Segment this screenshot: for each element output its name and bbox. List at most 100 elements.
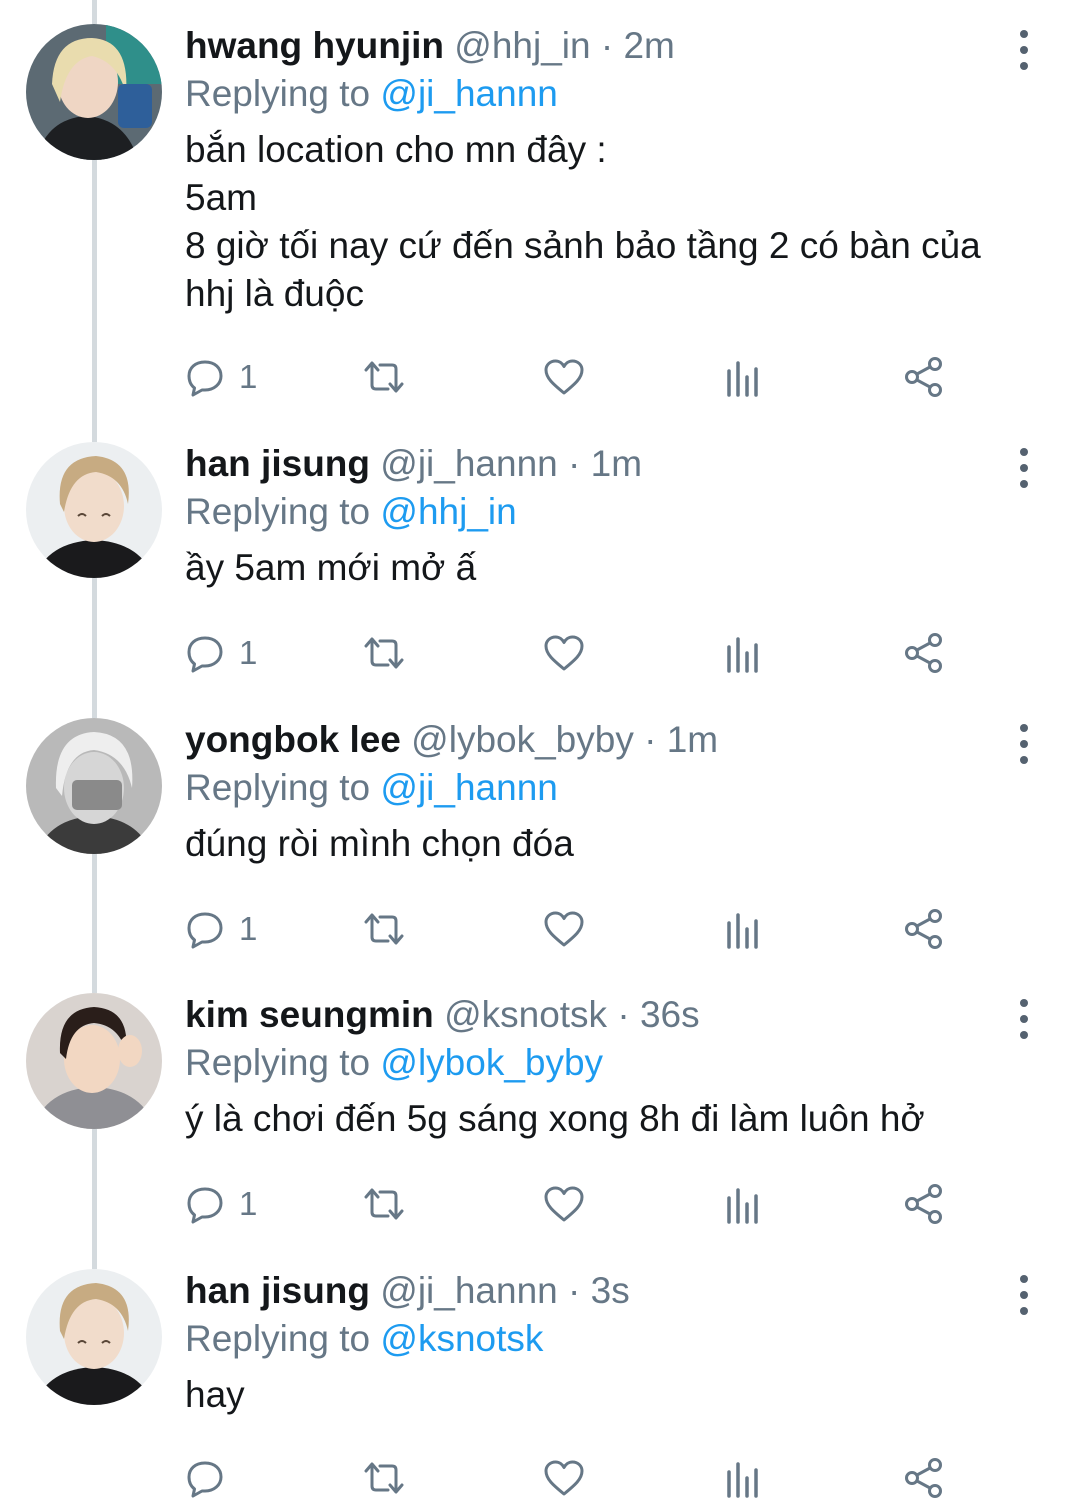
timestamp[interactable]: 2m bbox=[623, 25, 674, 66]
tweet-actions bbox=[185, 1453, 965, 1503]
reply-mention-link[interactable]: @lybok_byby bbox=[380, 1042, 603, 1083]
like-button[interactable] bbox=[543, 628, 585, 678]
separator-dot: · bbox=[617, 994, 630, 1035]
more-options-icon[interactable] bbox=[1009, 724, 1039, 764]
user-handle[interactable]: @ji_hannn bbox=[380, 443, 557, 484]
separator-dot: · bbox=[568, 1270, 581, 1311]
speech-bubble-icon bbox=[187, 912, 223, 949]
tweet-text: ầy 5am mới mở ấ bbox=[185, 547, 477, 588]
retweet-button[interactable] bbox=[360, 628, 408, 678]
reply-count: 1 bbox=[239, 634, 258, 671]
share-nodes-icon bbox=[905, 633, 942, 673]
retweet-arrows-icon bbox=[364, 913, 404, 945]
tweet-text: bắn location cho mn đây : 5am 8 giờ tối … bbox=[185, 129, 981, 314]
retweet-button[interactable] bbox=[360, 352, 408, 402]
like-button[interactable] bbox=[543, 1179, 585, 1229]
reply-button[interactable]: 1 bbox=[185, 628, 257, 678]
heart-outline-icon bbox=[544, 1186, 584, 1222]
speech-bubble-icon bbox=[187, 1187, 223, 1224]
more-options-icon[interactable] bbox=[1009, 448, 1039, 488]
share-nodes-icon bbox=[905, 357, 942, 397]
display-name[interactable]: yongbok lee bbox=[185, 719, 401, 760]
avatar[interactable] bbox=[26, 1269, 162, 1405]
views-button[interactable] bbox=[725, 1453, 761, 1503]
reply-mention-link[interactable]: @ji_hannn bbox=[380, 767, 557, 808]
avatar[interactable] bbox=[26, 24, 162, 160]
display-name[interactable]: han jisung bbox=[185, 443, 370, 484]
views-button[interactable] bbox=[725, 904, 761, 954]
tweet-actions: 1 bbox=[185, 352, 965, 402]
heart-outline-icon bbox=[544, 911, 584, 947]
share-button[interactable] bbox=[903, 904, 945, 954]
share-button[interactable] bbox=[903, 1453, 945, 1503]
tweet-text: hay bbox=[185, 1374, 245, 1415]
more-options-icon[interactable] bbox=[1009, 1275, 1039, 1315]
timestamp[interactable]: 36s bbox=[640, 994, 700, 1035]
retweet-arrows-icon bbox=[364, 1462, 404, 1494]
share-button[interactable] bbox=[903, 628, 945, 678]
reply-button[interactable]: 1 bbox=[185, 904, 257, 954]
timestamp[interactable]: 3s bbox=[591, 1270, 630, 1311]
reply-mention-link[interactable]: @ksnotsk bbox=[380, 1318, 543, 1359]
replying-to-label: Replying to bbox=[185, 73, 371, 114]
like-button[interactable] bbox=[543, 904, 585, 954]
share-button[interactable] bbox=[903, 1179, 945, 1229]
reply-count: 1 bbox=[239, 358, 258, 395]
retweet-arrows-icon bbox=[364, 361, 404, 393]
avatar[interactable] bbox=[26, 442, 162, 578]
display-name[interactable]: hwang hyunjin bbox=[185, 25, 444, 66]
more-options-icon[interactable] bbox=[1009, 999, 1039, 1039]
reply-count: 1 bbox=[239, 1185, 258, 1222]
tweet-actions: 1 bbox=[185, 904, 965, 954]
more-options-icon[interactable] bbox=[1009, 30, 1039, 70]
avatar[interactable] bbox=[26, 993, 162, 1129]
retweet-arrows-icon bbox=[364, 1188, 404, 1220]
share-nodes-icon bbox=[905, 1184, 942, 1224]
separator-dot: · bbox=[600, 25, 614, 66]
tweet-text: ý là chơi đến 5g sáng xong 8h đi làm luô… bbox=[185, 1098, 925, 1139]
share-nodes-icon bbox=[905, 1458, 942, 1498]
replying-to-label: Replying to bbox=[185, 1042, 371, 1083]
display-name[interactable]: kim seungmin bbox=[185, 994, 434, 1035]
share-button[interactable] bbox=[903, 352, 945, 402]
tweet-text: đúng ròi mình chọn đóa bbox=[185, 823, 574, 864]
bar-chart-icon bbox=[727, 913, 758, 949]
tweet-actions: 1 bbox=[185, 628, 965, 678]
reply-count: 1 bbox=[239, 910, 258, 947]
replying-to-label: Replying to bbox=[185, 767, 371, 808]
reply-button[interactable] bbox=[185, 1453, 239, 1503]
reply-button[interactable]: 1 bbox=[185, 1179, 257, 1229]
bar-chart-icon bbox=[727, 1188, 758, 1224]
user-handle[interactable]: @hhj_in bbox=[454, 25, 590, 66]
retweet-button[interactable] bbox=[360, 1179, 408, 1229]
reply-button[interactable]: 1 bbox=[185, 352, 257, 402]
views-button[interactable] bbox=[725, 1179, 761, 1229]
reply-mention-link[interactable]: @hhj_in bbox=[380, 491, 516, 532]
separator-dot: · bbox=[568, 443, 581, 484]
heart-outline-icon bbox=[544, 635, 584, 671]
retweet-button[interactable] bbox=[360, 1453, 408, 1503]
speech-bubble-icon bbox=[187, 1461, 223, 1498]
speech-bubble-icon bbox=[187, 636, 223, 673]
display-name[interactable]: han jisung bbox=[185, 1270, 370, 1311]
views-button[interactable] bbox=[725, 352, 761, 402]
retweet-button[interactable] bbox=[360, 904, 408, 954]
replying-to-label: Replying to bbox=[185, 491, 371, 532]
timestamp[interactable]: 1m bbox=[591, 443, 642, 484]
avatar[interactable] bbox=[26, 718, 162, 854]
bar-chart-icon bbox=[727, 1462, 758, 1498]
reply-mention-link[interactable]: @ji_hannn bbox=[380, 73, 557, 114]
like-button[interactable] bbox=[543, 1453, 585, 1503]
views-button[interactable] bbox=[725, 628, 761, 678]
heart-outline-icon bbox=[544, 359, 584, 395]
like-button[interactable] bbox=[543, 352, 585, 402]
retweet-arrows-icon bbox=[364, 637, 404, 669]
separator-dot: · bbox=[644, 719, 657, 760]
bar-chart-icon bbox=[727, 361, 758, 397]
tweet-actions: 1 bbox=[185, 1179, 965, 1229]
user-handle[interactable]: @ksnotsk bbox=[444, 994, 607, 1035]
user-handle[interactable]: @lybok_byby bbox=[411, 719, 634, 760]
timestamp[interactable]: 1m bbox=[667, 719, 718, 760]
user-handle[interactable]: @ji_hannn bbox=[380, 1270, 557, 1311]
bar-chart-icon bbox=[727, 637, 758, 673]
